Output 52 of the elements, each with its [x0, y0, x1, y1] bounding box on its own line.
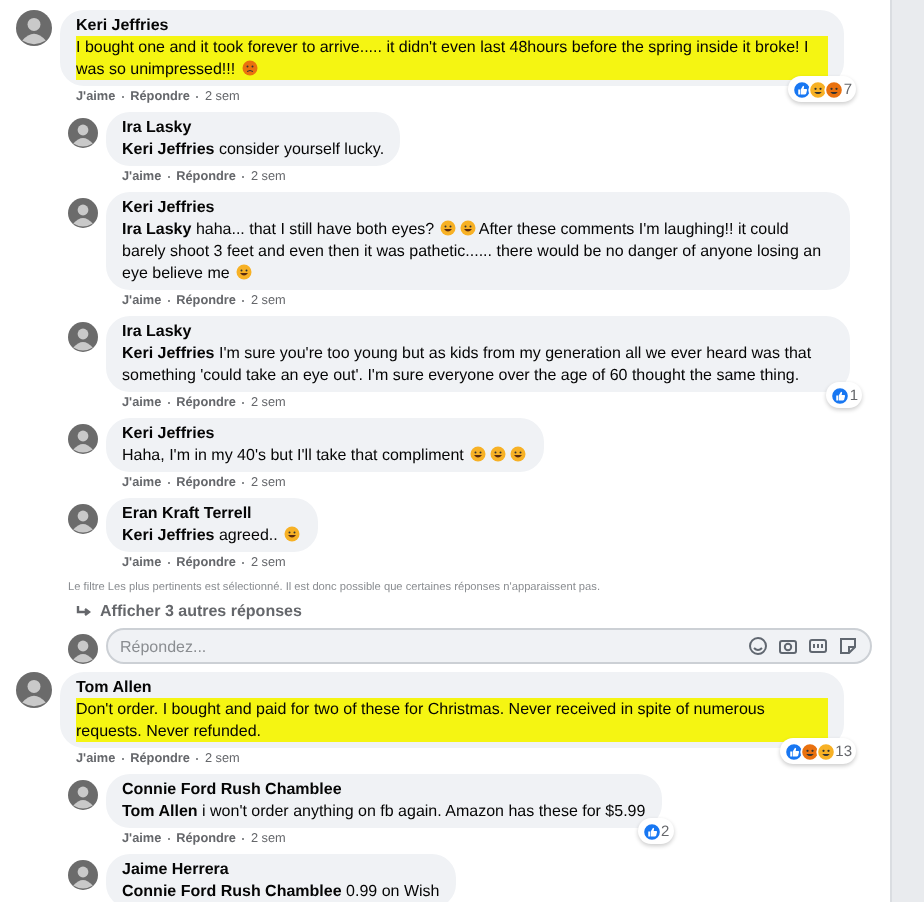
sticker-icon[interactable] — [838, 636, 858, 656]
author-name[interactable]: Jaime Herrera — [122, 858, 440, 880]
laughing-face-icon — [470, 446, 487, 462]
avatar[interactable] — [16, 10, 52, 46]
author-name[interactable]: Ira Lasky — [122, 116, 385, 138]
comment-text: I bought one and it took forever to arrive..... it didn't even last 48hours before the spring inside it broke! I was so unimpressed!!! — [76, 36, 828, 80]
laughing-face-icon — [460, 220, 477, 236]
comment-text: Keri Jeffries I'm sure you're too young but as kids from my generation all we ever heard was that something 'could take an eye out'. I'm sure everyone over the age of 60 thought the same thing. — [122, 342, 814, 386]
author-name[interactable]: Tom Allen — [76, 676, 828, 698]
comment-text: Don't order. I bought and paid for two of these for Christmas. Never received in spite of numerous requests. Never refunded. — [76, 698, 828, 742]
camera-icon[interactable] — [778, 636, 798, 656]
avatar[interactable] — [68, 322, 98, 352]
avatar[interactable] — [68, 504, 98, 534]
avatar[interactable] — [68, 634, 98, 664]
like-reaction-icon — [783, 741, 804, 761]
avatar[interactable] — [68, 198, 98, 228]
comment-text: Tom Allen i won't order anything on fb again. Amazon has these for $5.99 — [122, 800, 646, 822]
laughing-face-icon — [284, 526, 301, 542]
comment-text: Keri Jeffries consider yourself lucky. — [122, 138, 385, 160]
laughing-face-icon — [510, 446, 527, 462]
comment-text: Keri Jeffries agreed.. — [122, 524, 303, 546]
like-reaction-icon — [829, 385, 850, 405]
gif-icon[interactable] — [808, 636, 828, 656]
avatar[interactable] — [68, 118, 98, 148]
angry-reaction-icon — [799, 741, 820, 761]
smiley-icon[interactable] — [748, 636, 768, 656]
more-replies-link[interactable]: Afficher 3 autres réponses — [100, 602, 302, 620]
reply-arrow-icon — [76, 603, 92, 619]
avatar[interactable] — [68, 780, 98, 810]
laughing-face-icon — [490, 446, 507, 462]
laughing-face-icon — [440, 220, 457, 236]
author-name[interactable]: Ira Lasky — [122, 320, 834, 342]
comment-text: Haha, I'm in my 40's but I'll take that compliment — [122, 444, 529, 466]
avatar[interactable] — [68, 424, 98, 454]
reply-input[interactable]: Répondez... — [120, 637, 748, 655]
like-reaction-icon — [791, 79, 812, 99]
comment-text: Connie Ford Rush Chamblee 0.99 on Wish — [122, 880, 440, 902]
avatar[interactable] — [16, 672, 52, 708]
author-name[interactable]: Connie Ford Rush Chamblee — [122, 778, 646, 800]
laugh-reaction-icon — [815, 741, 836, 761]
angry-face-icon — [241, 60, 258, 76]
author-name[interactable]: Keri Jeffries — [122, 422, 529, 444]
reply-field[interactable]: Répondez... — [106, 628, 872, 664]
comment-text: Ira Lasky haha... that I still have both eyes? After these comments I'm laughing!! it could barely shoot 3 feet and even then it was pathetic...... there would be no danger of anyone losing an eye believe me — [122, 218, 824, 284]
laugh-reaction-icon — [807, 79, 828, 99]
author-name[interactable]: Keri Jeffries — [122, 196, 834, 218]
laughing-face-icon — [236, 264, 253, 280]
like-reaction-icon — [641, 821, 662, 841]
author-name[interactable]: Eran Kraft Terrell — [122, 502, 303, 524]
author-name[interactable]: Keri Jeffries — [76, 14, 828, 36]
avatar[interactable] — [68, 860, 98, 890]
angry-reaction-icon — [823, 79, 844, 99]
